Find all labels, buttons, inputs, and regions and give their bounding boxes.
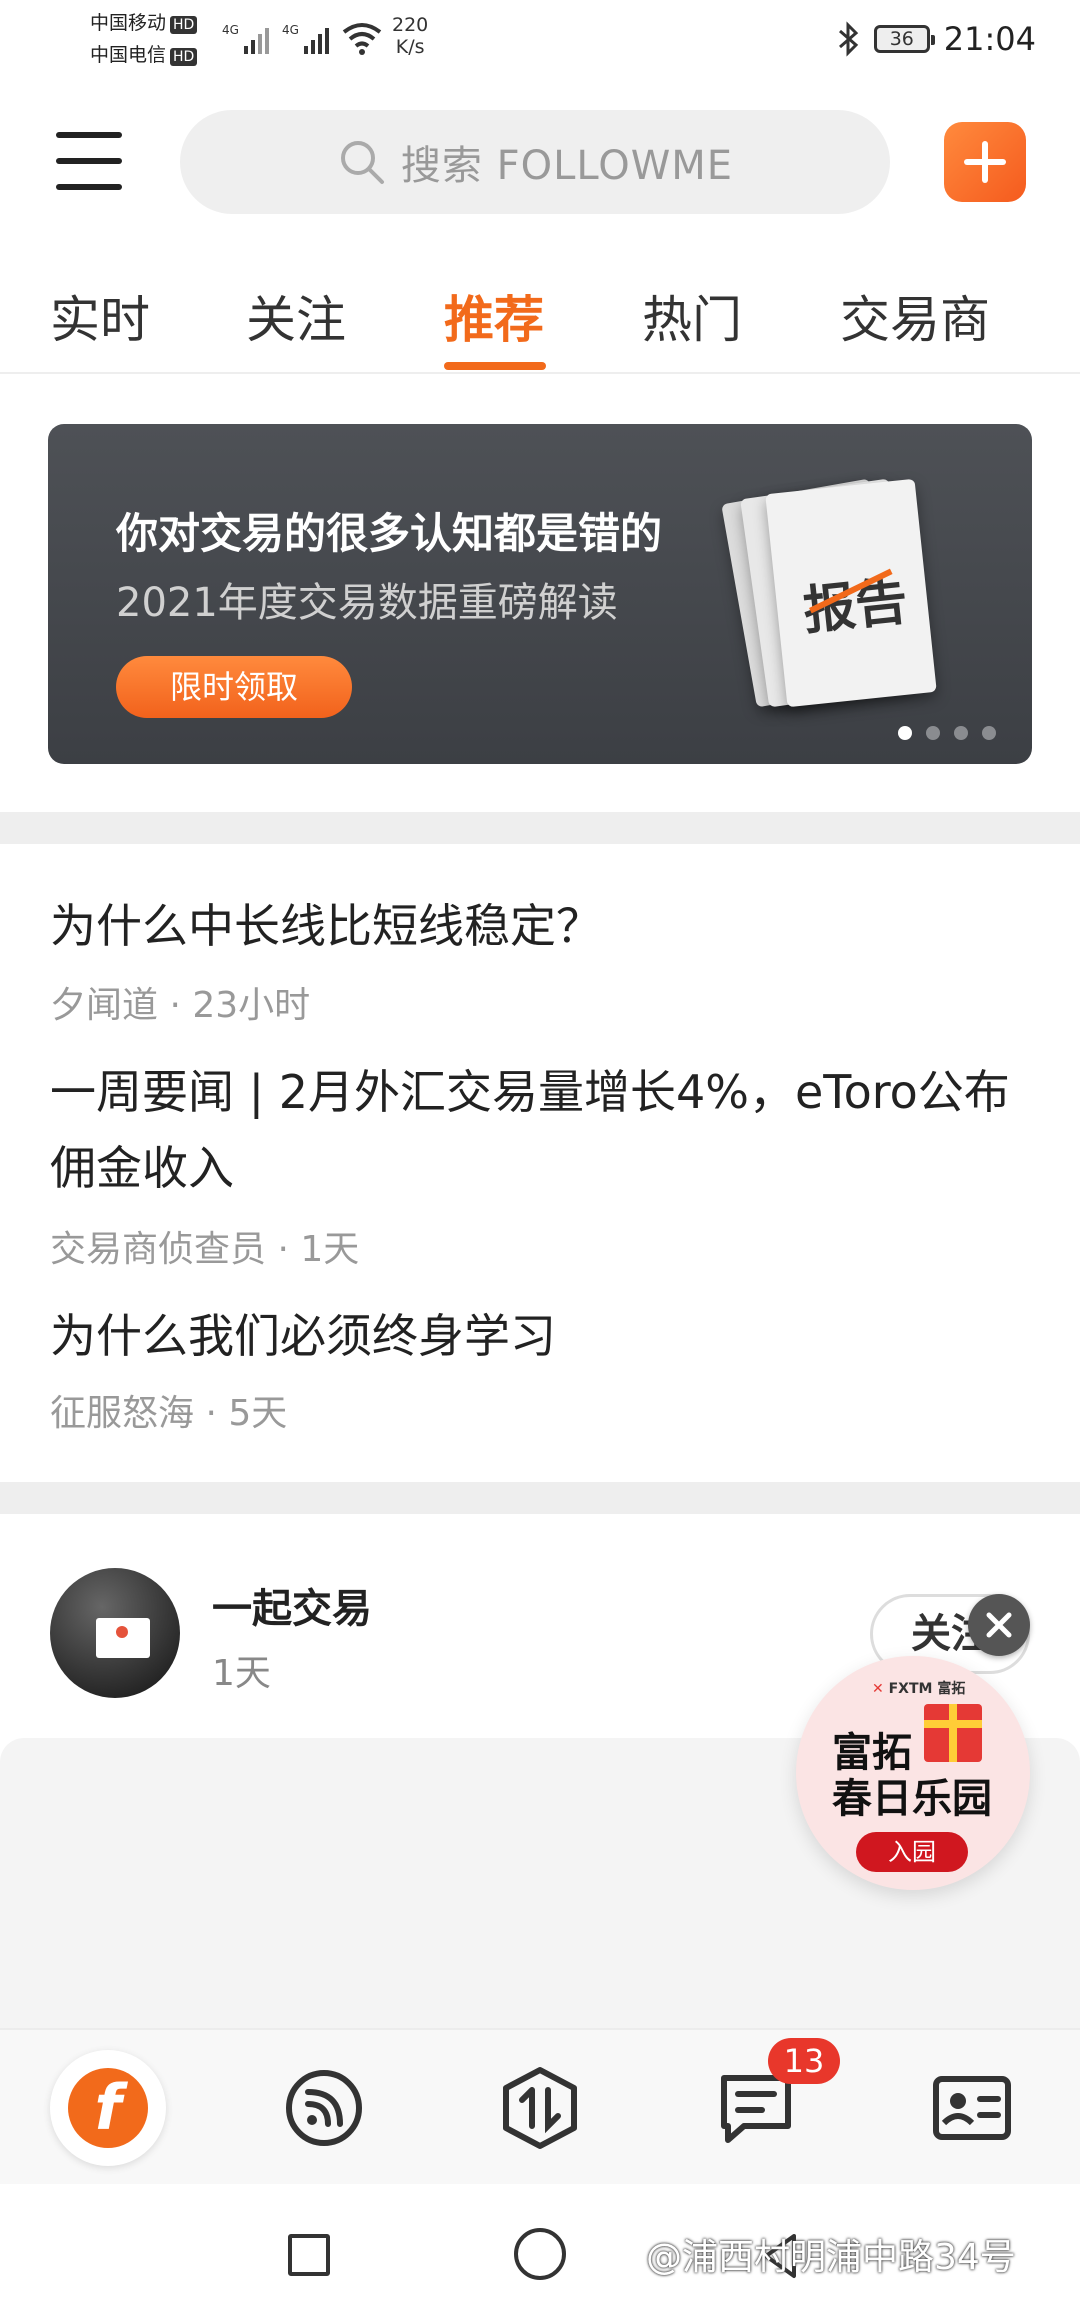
nav-feed[interactable]	[216, 2030, 432, 2186]
watermark: @浦西村明浦中路34号	[646, 2237, 1016, 2278]
promo-brand-text: FXTM 富拓	[888, 1681, 966, 1697]
network-2-label: 4G	[282, 23, 299, 37]
news-author[interactable]: 夕闻道	[50, 985, 158, 1026]
tab-realtime[interactable]: 实时	[50, 280, 150, 352]
net-speed-value: 220	[392, 14, 429, 36]
carousel-dot	[982, 726, 996, 740]
news-meta: 征服怒海 · 5天	[50, 1384, 287, 1436]
message-count-badge: 13	[768, 2038, 840, 2084]
meta-separator: ·	[194, 1393, 229, 1434]
signal-2-icon: 4G	[282, 23, 329, 54]
banner-subtitle: 2021年度交易数据重磅解读	[116, 580, 618, 626]
news-time: 1天	[300, 1229, 360, 1270]
recent-apps-button[interactable]	[288, 2234, 330, 2276]
hd-badge-1: HD	[170, 16, 198, 34]
promo-line2: 春日乐园	[832, 1776, 992, 1822]
report-book-title: 报告	[800, 571, 911, 642]
trade-arrows-icon	[503, 2067, 577, 2149]
tab-bar: 实时 关注 推荐 热门 交易商	[0, 262, 1080, 374]
news-title[interactable]: 为什么我们必须终身学习	[50, 1298, 1030, 1374]
spring-promo-float[interactable]: ✕ FXTM 富拓 富拓 春日乐园 入园	[796, 1656, 1030, 1890]
news-time: 5天	[228, 1393, 288, 1434]
post-user-name[interactable]: 一起交易	[212, 1576, 372, 1634]
hd-badge-2: HD	[170, 48, 198, 66]
carousel-dot	[898, 726, 912, 740]
search-placeholder: 搜索 FOLLOWME	[400, 143, 734, 189]
news-title[interactable]: 一周要闻 | 2月外汇交易量增长4%，eToro公布佣金收入	[50, 1054, 1030, 1206]
status-right: 36 21:04	[836, 20, 1036, 58]
promo-brand: ✕ FXTM 富拓	[872, 1681, 966, 1697]
system-nav-bar: @浦西村明浦中路34号	[0, 2184, 1080, 2312]
wifi-icon	[342, 23, 382, 55]
tab-indicator	[444, 362, 546, 370]
tab-brokers[interactable]: 交易商	[840, 280, 990, 352]
followme-logo-icon: f	[50, 2050, 166, 2166]
battery-level: 36	[889, 28, 914, 50]
news-time: 23小时	[192, 985, 311, 1026]
promo-banner[interactable]: 你对交易的很多认知都是错的 2021年度交易数据重磅解读 限时领取 报告	[48, 424, 1032, 764]
carrier-1-name: 中国移动	[90, 12, 167, 34]
close-icon	[986, 1612, 1012, 1638]
status-bar: 中国移动 HD 中国电信 HD 4G 4G 220 K/s 36 21:04	[0, 0, 1080, 80]
net-speed: 220 K/s	[392, 14, 428, 58]
add-button[interactable]	[944, 122, 1026, 202]
gift-box-icon	[924, 1704, 982, 1762]
meta-separator: ·	[158, 985, 193, 1026]
news-meta: 夕闻道 · 23小时	[50, 976, 310, 1028]
search-icon	[340, 141, 384, 184]
avatar-business-card	[96, 1618, 150, 1658]
menu-icon[interactable]	[56, 130, 124, 194]
section-divider	[0, 812, 1080, 844]
search-input[interactable]: 搜索 FOLLOWME	[180, 110, 890, 214]
tab-recommended[interactable]: 推荐	[444, 280, 544, 352]
signal-1-icon: 4G	[222, 23, 269, 54]
plus-icon	[964, 141, 1006, 183]
network-1-label: 4G	[222, 23, 239, 37]
news-author[interactable]: 征服怒海	[50, 1393, 194, 1434]
carrier-2-name: 中国电信	[90, 44, 167, 66]
close-promo-button[interactable]	[968, 1594, 1030, 1656]
nav-profile[interactable]	[864, 2030, 1080, 2186]
tab-hot[interactable]: 热门	[642, 280, 742, 352]
report-book-cover: 报告	[765, 478, 937, 708]
news-meta: 交易商侦查员 · 1天	[50, 1220, 359, 1272]
banner-title: 你对交易的很多认知都是错的	[116, 509, 663, 558]
home-button[interactable]	[514, 2228, 566, 2280]
rss-icon	[286, 2070, 362, 2146]
carousel-dot	[954, 726, 968, 740]
id-card-icon	[933, 2076, 1011, 2140]
bluetooth-icon	[838, 21, 858, 57]
promo-enter-button[interactable]: 入园	[856, 1832, 968, 1872]
news-author[interactable]: 交易商侦查员	[50, 1229, 266, 1270]
carrier-1: 中国移动 HD	[90, 12, 198, 34]
carousel-dot	[926, 726, 940, 740]
post-time: 1天	[212, 1653, 271, 1694]
carousel-dots	[898, 726, 996, 740]
avatar[interactable]	[50, 1568, 180, 1698]
banner-claim-button[interactable]: 限时领取	[116, 656, 352, 718]
meta-separator: ·	[266, 1229, 301, 1270]
section-divider	[0, 1482, 1080, 1514]
news-title[interactable]: 为什么中长线比短线稳定？	[50, 888, 1030, 964]
battery-icon: 36	[873, 25, 935, 53]
nav-home[interactable]: f	[0, 2030, 216, 2186]
carrier-2: 中国电信 HD	[90, 44, 198, 66]
nav-trade[interactable]	[432, 2030, 648, 2186]
tab-following[interactable]: 关注	[246, 280, 346, 352]
clock: 21:04	[943, 20, 1036, 58]
net-speed-unit: K/s	[395, 36, 425, 58]
bottom-nav: f 13	[0, 2028, 1080, 2184]
